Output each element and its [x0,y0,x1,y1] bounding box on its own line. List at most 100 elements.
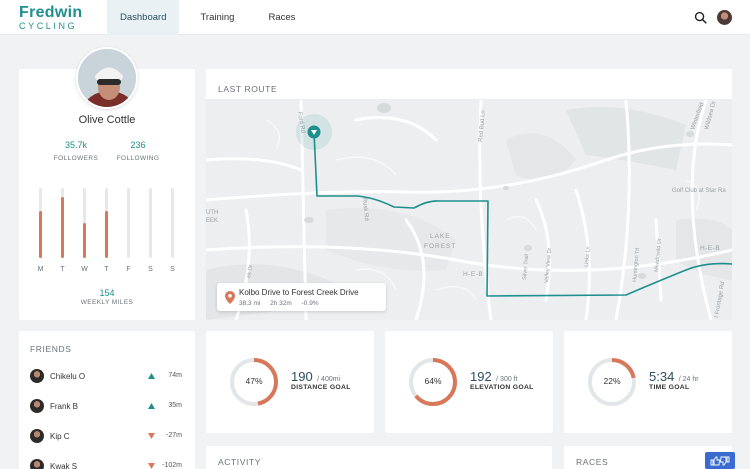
weekly-bar-track [105,188,108,258]
distance-goal-percent: 47% [245,376,263,386]
weekly-bar-fill [83,223,86,258]
weekly-miles-value: 154 [99,288,115,298]
friend-row[interactable]: Kip C -27m [30,429,190,445]
map-label-heb-2: H-E-B [700,245,720,252]
weekly-miles-label: WEEKLY MILES [80,299,134,306]
distance-goal-label: DISTANCE GOAL [291,384,351,391]
weekly-bar-track [127,188,130,258]
following-value: 236 [130,140,146,150]
map-label-eek: EEK [206,218,218,224]
weekly-bar-day-label: T [104,266,109,273]
logo[interactable]: Fredwin CYCLING [19,5,82,31]
time-goal-number: 5:34 [649,369,675,384]
map-label-forest: FOREST [424,243,456,250]
map-label-uth: UTH [206,210,218,216]
trend-up-icon [148,403,155,409]
followers-stat[interactable]: 35.7k FOLLOWERS [46,140,106,162]
weekly-miles-chart: MTWTFSS [19,188,195,278]
elevation-goal-percent: 64% [424,376,442,386]
distance-goal-number: 190 [291,369,313,384]
route-info-box[interactable]: Kolbo Drive to Forest Creek Drive 38.3 m… [217,283,386,311]
friend-row[interactable]: Chikelu O 74m [30,369,190,385]
elevation-goal-label: ELEVATION GOAL [470,384,534,391]
friend-row[interactable]: Kwak S -102m [30,459,190,469]
friend-distance: 35m [168,402,182,409]
elevation-goal-number: 192 [470,369,492,384]
friend-distance: -27m [166,432,182,439]
route-meta: 38.3 mi 2h 32m -0.9% [239,300,327,307]
map-label-heb-1: H-E-B [463,271,483,278]
friend-name: Kwak S [50,462,78,469]
friend-name: Frank B [50,402,79,411]
friends-card: FRIENDS Chikelu O 74m Frank B 35m Kip C -27m K… [19,331,195,469]
friend-distance: -102m [162,462,182,469]
friend-avatar [30,429,44,443]
route-distance: 38.3 mi [239,300,261,307]
time-goal-unit: / 24 hr [678,376,699,383]
weekly-bar-day-label: S [148,266,153,273]
location-pin-icon [225,291,235,304]
nav-races[interactable]: Races [255,0,308,35]
weekly-bar-track [171,188,174,258]
friend-name: Chikelu O [50,372,86,381]
route-name: Kolbo Drive to Forest Creek Drive [239,288,359,297]
weekly-bar-track [61,188,64,258]
friend-row[interactable]: Frank B 35m [30,399,190,415]
last-route-card: LAST ROUTE Ford Rd Red Bud Ln Winterfiel… [206,69,732,320]
time-goal-label: TIME GOAL [649,384,690,391]
friends-title: FRIENDS [30,344,72,354]
following-label: FOLLOWING [116,155,160,162]
cyclist-portrait-image [78,49,136,107]
activity-title: ACTIVITY [218,457,262,467]
trend-up-icon [148,373,155,379]
route-title: LAST ROUTE [218,84,278,94]
distance-goal-unit: / 400mi [317,376,341,383]
route-duration: 2h 32m [270,300,292,307]
header-actions [694,10,732,25]
friend-distance: 74m [168,372,182,379]
trend-down-icon [148,463,155,469]
followers-value: 35.7k [64,140,88,150]
feedback-button[interactable] [705,452,735,469]
trend-down-icon [148,433,155,439]
map-label-golf-club: Golf Club at Star Ra [672,188,726,194]
races-title: RACES [576,457,609,467]
logo-sub-text: CYCLING [19,21,78,31]
weekly-bar-day-label: T [60,266,65,273]
profile-photo[interactable] [76,47,138,109]
followers-label: FOLLOWERS [53,155,99,162]
activity-card: ACTIVITY [206,446,552,469]
top-bar: Fredwin CYCLING Dashboard Training Races [0,0,750,35]
thumbs-feedback-icon [710,456,730,465]
friend-avatar [30,369,44,383]
profile-name: Olive Cottle [78,114,136,126]
nav-training[interactable]: Training [187,0,247,35]
following-stat[interactable]: 236 FOLLOWING [108,140,168,162]
route-header: LAST ROUTE [206,69,732,100]
time-goal-card[interactable]: 22% 5:34 / 24 hr TIME GOAL [564,331,732,433]
profile-card: Olive Cottle 35.7k FOLLOWERS 236 FOLLOWI… [19,47,195,320]
weekly-bar-fill [105,211,108,258]
weekly-bar-track [149,188,152,258]
friend-avatar [30,399,44,413]
map-label-lake: LAKE [430,233,451,240]
logo-main-text: Fredwin [19,4,83,21]
weekly-bar-day-label: S [170,266,175,273]
elevation-goal-card[interactable]: 64% 192 / 300 ft ELEVATION GOAL [385,331,553,433]
weekly-bar-fill [61,197,64,258]
route-grade: -0.9% [301,300,319,307]
search-icon[interactable] [694,11,707,24]
weekly-bar-day-label: F [126,266,131,273]
weekly-bar-track [39,188,42,258]
weekly-bar-track [83,188,86,258]
distance-goal-card[interactable]: 47% 190 / 400mi DISTANCE GOAL [206,331,374,433]
nav-dashboard[interactable]: Dashboard [107,0,180,35]
main-nav: Dashboard Training Races [107,0,316,35]
user-avatar[interactable] [717,10,732,25]
friend-name: Kip C [50,432,70,441]
elevation-goal-unit: / 300 ft [496,376,518,383]
weekly-bar-fill [39,211,42,258]
weekly-bar-day-label: W [81,266,88,273]
weekly-bar-day-label: M [37,266,44,273]
friend-avatar [30,459,44,469]
